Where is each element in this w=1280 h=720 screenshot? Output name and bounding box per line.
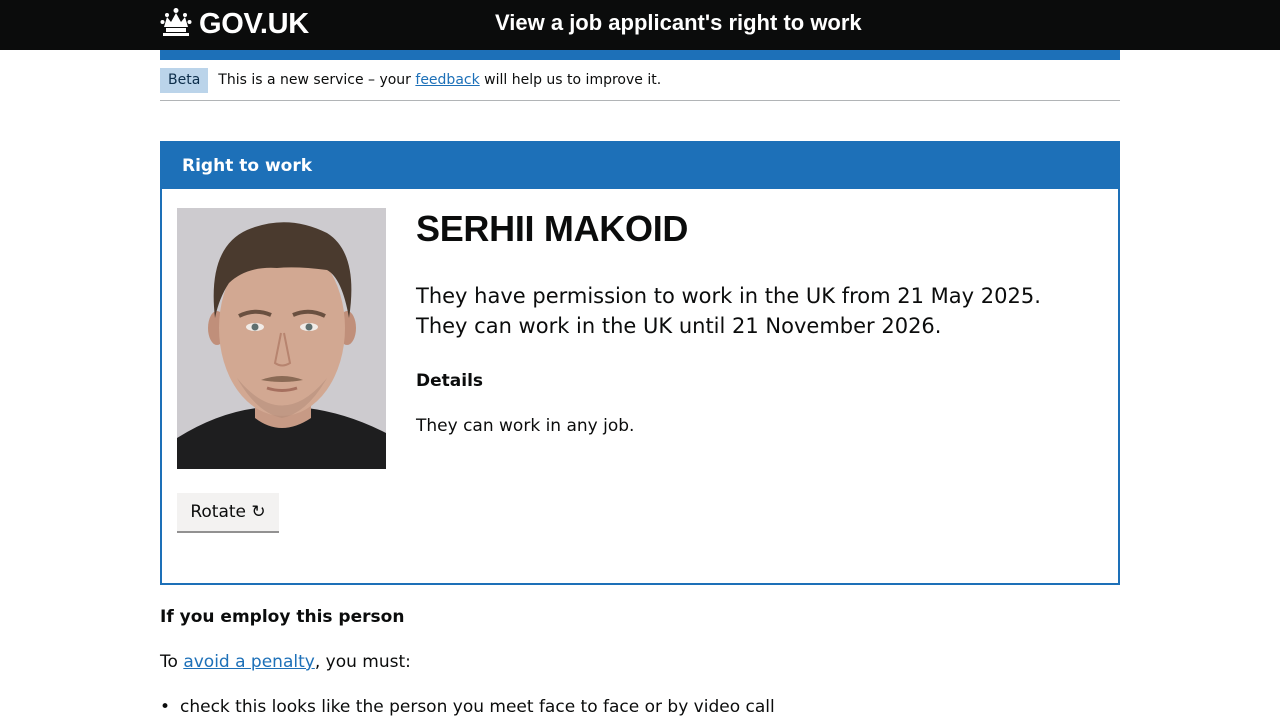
applicant-photo [177, 208, 386, 469]
right-to-work-panel: Right to work Rotate ↻ SERHII MAKOID The… [160, 141, 1120, 585]
permission-from: They have permission to work in the UK f… [416, 284, 1041, 308]
list-item-text: check this looks like the person you mee… [180, 697, 775, 717]
employ-heading: If you employ this person [160, 607, 405, 627]
permission-text: They have permission to work in the UK f… [416, 281, 1041, 341]
penalty-intro-before: To [160, 652, 184, 672]
details-text: They can work in any job. [416, 416, 635, 436]
phase-text-after: will help us to improve it. [479, 72, 662, 88]
penalty-intro-after: , you must: [314, 652, 411, 672]
beta-tag: Beta [160, 68, 209, 93]
bullet-icon: • [160, 697, 171, 717]
feedback-link[interactable]: feedback [415, 72, 479, 88]
avoid-penalty-link[interactable]: avoid a penalty [183, 652, 315, 672]
phase-banner-text: This is a new service – your feedback wi… [218, 72, 661, 88]
phase-text-before: This is a new service – your [218, 72, 416, 88]
service-name[interactable]: View a job applicant's right to work [495, 10, 862, 36]
applicant-name: SERHII MAKOID [416, 208, 689, 249]
permission-until: They can work in the UK until 21 Novembe… [416, 314, 942, 338]
phase-banner: Beta This is a new service – your feedba… [160, 68, 1120, 101]
panel-title: Right to work [162, 143, 1118, 189]
header-blue-strip [160, 50, 1120, 60]
details-heading: Details [416, 371, 484, 391]
rotate-button[interactable]: Rotate ↻ [177, 493, 279, 533]
list-item: • check this looks like the person you m… [160, 697, 775, 717]
crown-icon [160, 7, 192, 41]
site-header: GOV.UK View a job applicant's right to w… [0, 0, 1280, 50]
govuk-logo-link[interactable]: GOV.UK [160, 7, 309, 41]
logo-text: GOV.UK [199, 7, 309, 40]
penalty-intro: To avoid a penalty, you must: [160, 652, 411, 672]
